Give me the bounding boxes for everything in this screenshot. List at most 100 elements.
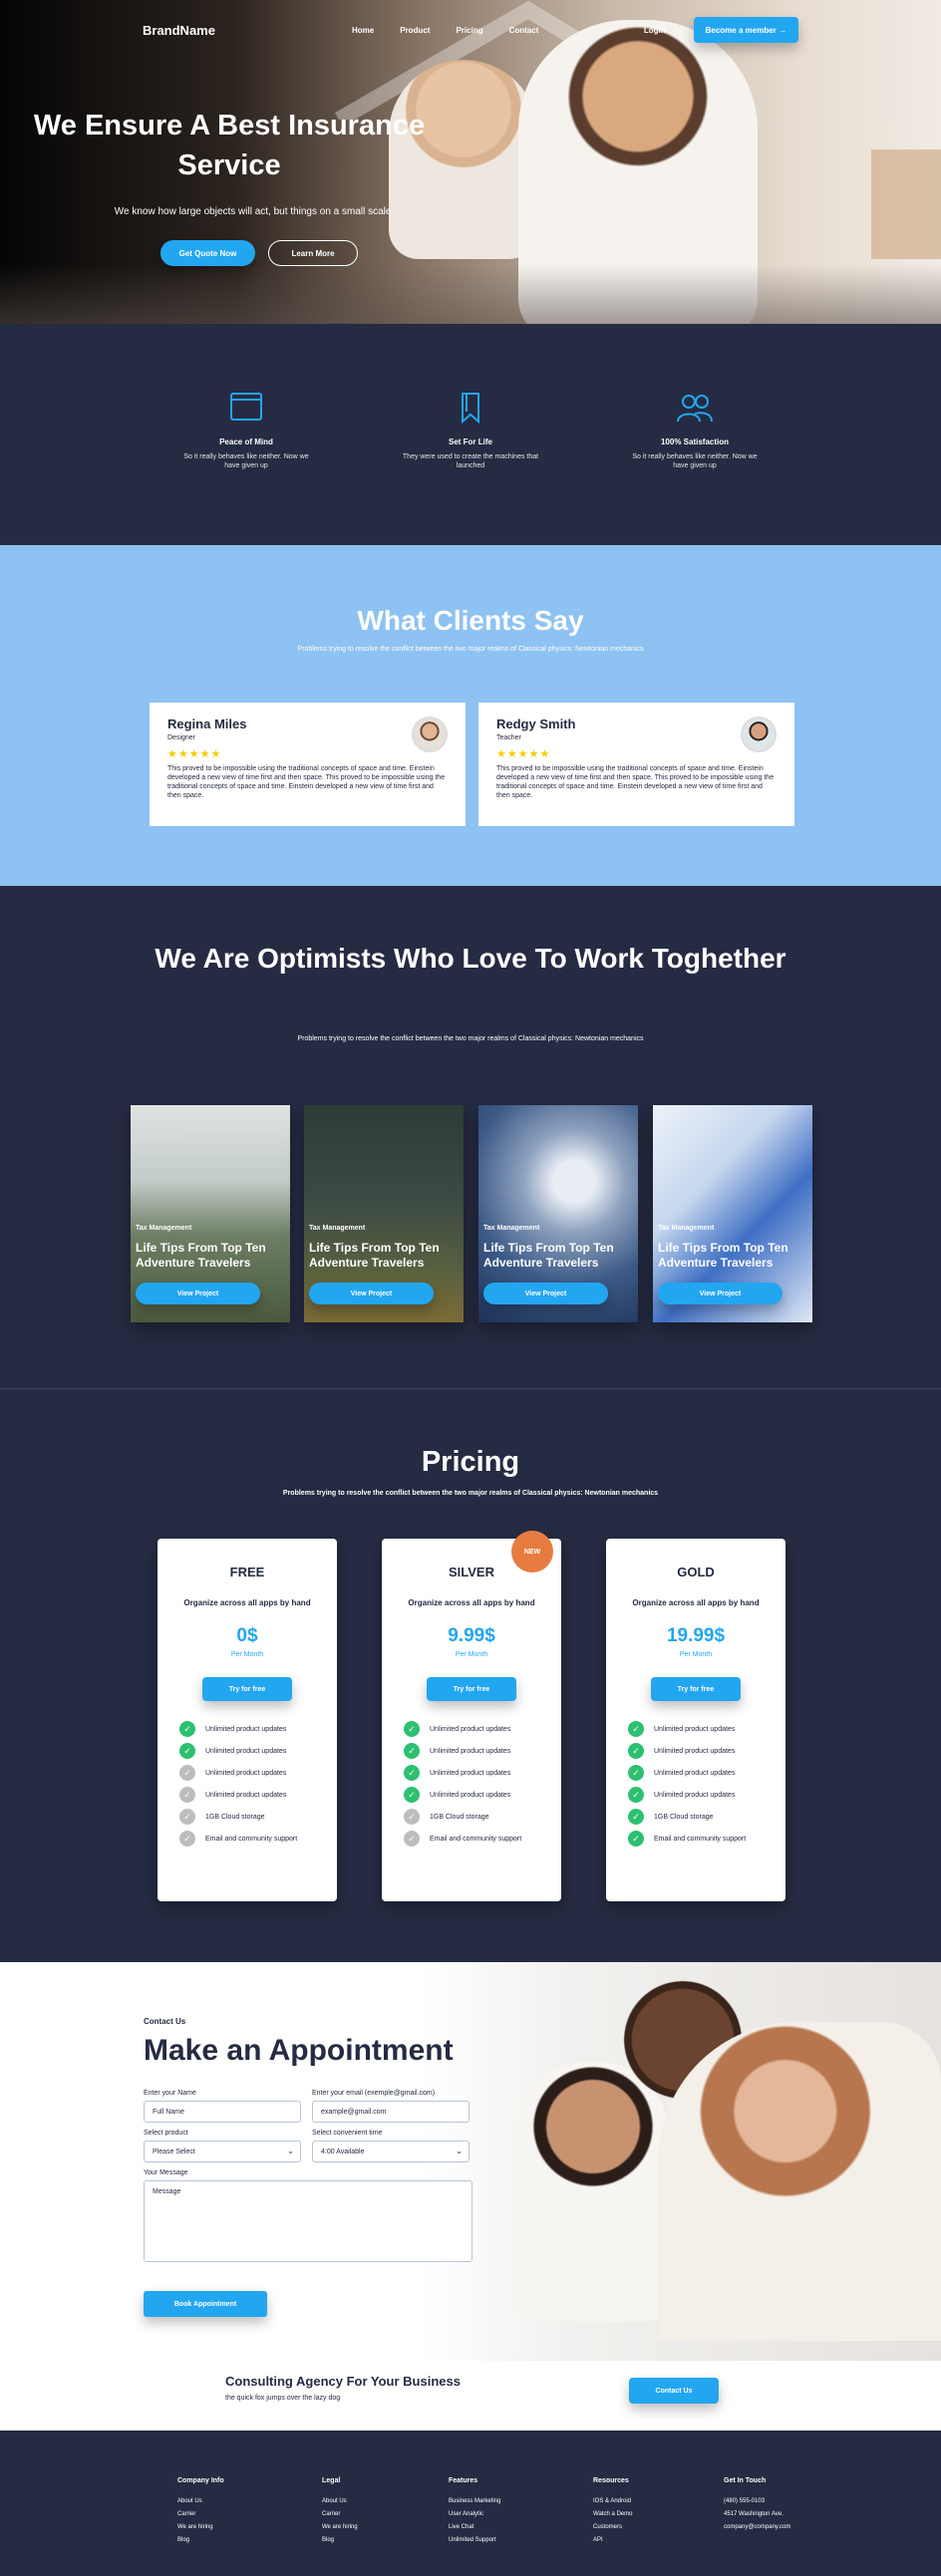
- plan-feature-item: ✓ Unlimited product updates: [179, 1718, 337, 1740]
- project-card[interactable]: Tax Management Life Tips From Top Ten Ad…: [131, 1105, 290, 1322]
- check-icon: ✓: [628, 1765, 644, 1781]
- plan-description: Organize across all apps by hand: [632, 1598, 760, 1607]
- become-member-button[interactable]: Become a member →: [693, 17, 798, 43]
- footer-link[interactable]: Carrier: [322, 2508, 358, 2521]
- footer-col-company: Company Info About Us Carrier We are hiring…: [177, 2477, 224, 2547]
- chevron-down-icon: ⌄: [287, 2147, 294, 2155]
- product-select[interactable]: Please Select ⌄: [144, 2141, 301, 2162]
- try-free-button[interactable]: Try for free: [651, 1677, 741, 1701]
- check-icon: ✓: [404, 1721, 420, 1737]
- cta-text: the quick fox jumps over the lazy dog: [225, 2395, 341, 2402]
- plan-feature-item: ✓ Unlimited product updates: [404, 1784, 561, 1806]
- footer-link[interactable]: (480) 555-0103: [724, 2495, 790, 2508]
- check-disabled-icon: ✓: [404, 1831, 420, 1847]
- project-card[interactable]: Tax Management Life Tips From Top Ten Ad…: [653, 1105, 812, 1322]
- footer-link[interactable]: API: [593, 2534, 632, 2547]
- feature-text: So it really behaves like neither. Now w…: [632, 453, 758, 469]
- email-field-group: Enter your email (exemple@gmail.com) exa…: [312, 2090, 470, 2123]
- plan-feature-item: ✓ Unlimited product updates: [628, 1784, 785, 1806]
- footer-link[interactable]: Business Marketing: [449, 2495, 500, 2508]
- message-label: Your Message: [144, 2169, 188, 2176]
- plan-feature-item: ✓ Unlimited product updates: [404, 1762, 561, 1784]
- plan-feature-item: ✓ Unlimited product updates: [404, 1718, 561, 1740]
- time-field-group: Select convenient time 4:00 Available ⌄: [312, 2130, 470, 2162]
- project-title: Life Tips From Top Ten Adventure Travele…: [309, 1241, 440, 1270]
- learn-more-button[interactable]: Learn More: [268, 240, 358, 266]
- login-link[interactable]: Login: [644, 26, 666, 35]
- footer-link[interactable]: About Us: [322, 2495, 358, 2508]
- appointment-photo-woman: [658, 2022, 941, 2341]
- testimonials-subtitle: Problems trying to resolve the conflict …: [297, 646, 644, 653]
- avatar: [412, 716, 448, 752]
- project-tag: Tax Management: [309, 1225, 366, 1232]
- nav-home[interactable]: Home: [352, 26, 374, 35]
- try-free-button[interactable]: Try for free: [202, 1677, 292, 1701]
- footer-link[interactable]: company@company.com: [724, 2521, 790, 2534]
- footer-link[interactable]: Watch a Demo: [593, 2508, 632, 2521]
- plan-description: Organize across all apps by hand: [408, 1598, 535, 1607]
- footer-link[interactable]: 4517 Washington Ave.: [724, 2508, 790, 2521]
- name-input[interactable]: Full Name: [144, 2101, 301, 2123]
- nav-pricing[interactable]: Pricing: [456, 26, 482, 35]
- plan-name: GOLD: [677, 1565, 715, 1579]
- plan-feature-label: Unlimited product updates: [430, 1769, 511, 1777]
- footer-link[interactable]: Customers: [593, 2521, 632, 2534]
- plan-feature-label: 1GB Cloud storage: [430, 1813, 489, 1821]
- book-appointment-button[interactable]: Book Appointment: [144, 2291, 267, 2317]
- hero-subtitle: We know how large objects will act, but …: [114, 206, 395, 217]
- footer-heading: Features: [449, 2477, 478, 2484]
- users-icon: [625, 392, 765, 428]
- check-icon: ✓: [628, 1743, 644, 1759]
- nav-actions: Login Become a member →: [644, 17, 798, 43]
- footer-link[interactable]: Blog: [177, 2534, 224, 2547]
- project-card[interactable]: Tax Management Life Tips From Top Ten Ad…: [304, 1105, 464, 1322]
- client-name: Redgy Smith: [496, 716, 576, 731]
- nav-product[interactable]: Product: [400, 26, 430, 35]
- project-card[interactable]: Tax Management Life Tips From Top Ten Ad…: [478, 1105, 638, 1322]
- cta-section: Consulting Agency For Your Business the …: [0, 2361, 941, 2431]
- get-quote-button[interactable]: Get Quote Now: [160, 240, 255, 266]
- nav-contact[interactable]: Contact: [509, 26, 539, 35]
- footer-link[interactable]: Carrier: [177, 2508, 224, 2521]
- pricing-plan-free: FREE Organize across all apps by hand 0$…: [157, 1539, 337, 1901]
- footer-link[interactable]: About Us: [177, 2495, 224, 2508]
- footer-link[interactable]: User Analytic: [449, 2508, 500, 2521]
- appointment-eyebrow: Contact Us: [144, 2017, 186, 2026]
- plan-feature-item: ✓ Email and community support: [404, 1828, 561, 1850]
- view-project-button[interactable]: View Project: [658, 1283, 783, 1304]
- footer-link[interactable]: Live Chat: [449, 2521, 500, 2534]
- view-project-button[interactable]: View Project: [136, 1283, 260, 1304]
- pricing-plan-silver: NEW SILVER Organize across all apps by h…: [382, 1531, 561, 1901]
- plan-feature-label: Unlimited product updates: [654, 1725, 736, 1733]
- footer-link[interactable]: Unlimited Support: [449, 2534, 500, 2547]
- plan-feature-item: ✓ 1GB Cloud storage: [628, 1806, 785, 1828]
- view-project-button[interactable]: View Project: [483, 1283, 608, 1304]
- footer-link[interactable]: IOS & Android: [593, 2495, 632, 2508]
- footer-heading: Legal: [322, 2477, 341, 2484]
- footer-col-resources: Resources IOS & Android Watch a Demo Custom…: [593, 2477, 632, 2547]
- footer-link[interactable]: We are hiring: [322, 2521, 358, 2534]
- time-select[interactable]: 4:00 Available ⌄: [312, 2141, 470, 2162]
- email-label: Enter your email (exemple@gmail.com): [312, 2090, 436, 2097]
- footer-link[interactable]: Blog: [322, 2534, 358, 2547]
- check-disabled-icon: ✓: [179, 1765, 195, 1781]
- check-icon: ✓: [179, 1743, 195, 1759]
- message-field-group: Your Message Message: [144, 2169, 472, 2262]
- plan-feature-item: ✓ Unlimited product updates: [404, 1740, 561, 1762]
- plan-feature-list: ✓ Unlimited product updates ✓ Unlimited pro…: [179, 1718, 337, 1850]
- testimonials-section: What Clients Say Problems trying to reso…: [0, 545, 941, 886]
- pricing-section: Pricing Problems trying to resolve the c…: [0, 1389, 941, 1962]
- plan-feature-label: Unlimited product updates: [654, 1747, 736, 1755]
- contact-us-button[interactable]: Contact Us: [629, 2378, 719, 2404]
- check-disabled-icon: ✓: [179, 1809, 195, 1825]
- email-input[interactable]: example@gmail.com: [312, 2101, 470, 2123]
- brand-logo[interactable]: BrandName: [143, 23, 352, 38]
- projects-title: We Are Optimists Who Love To Work Toghet…: [155, 943, 786, 974]
- try-free-button[interactable]: Try for free: [427, 1677, 516, 1701]
- check-icon: ✓: [628, 1787, 644, 1803]
- product-select-value: Please Select: [153, 2148, 195, 2155]
- message-textarea[interactable]: Message: [144, 2180, 472, 2262]
- footer-link[interactable]: We are hiring: [177, 2521, 224, 2534]
- view-project-button[interactable]: View Project: [309, 1283, 434, 1304]
- plan-feature-item: ✓ Unlimited product updates: [179, 1740, 337, 1762]
